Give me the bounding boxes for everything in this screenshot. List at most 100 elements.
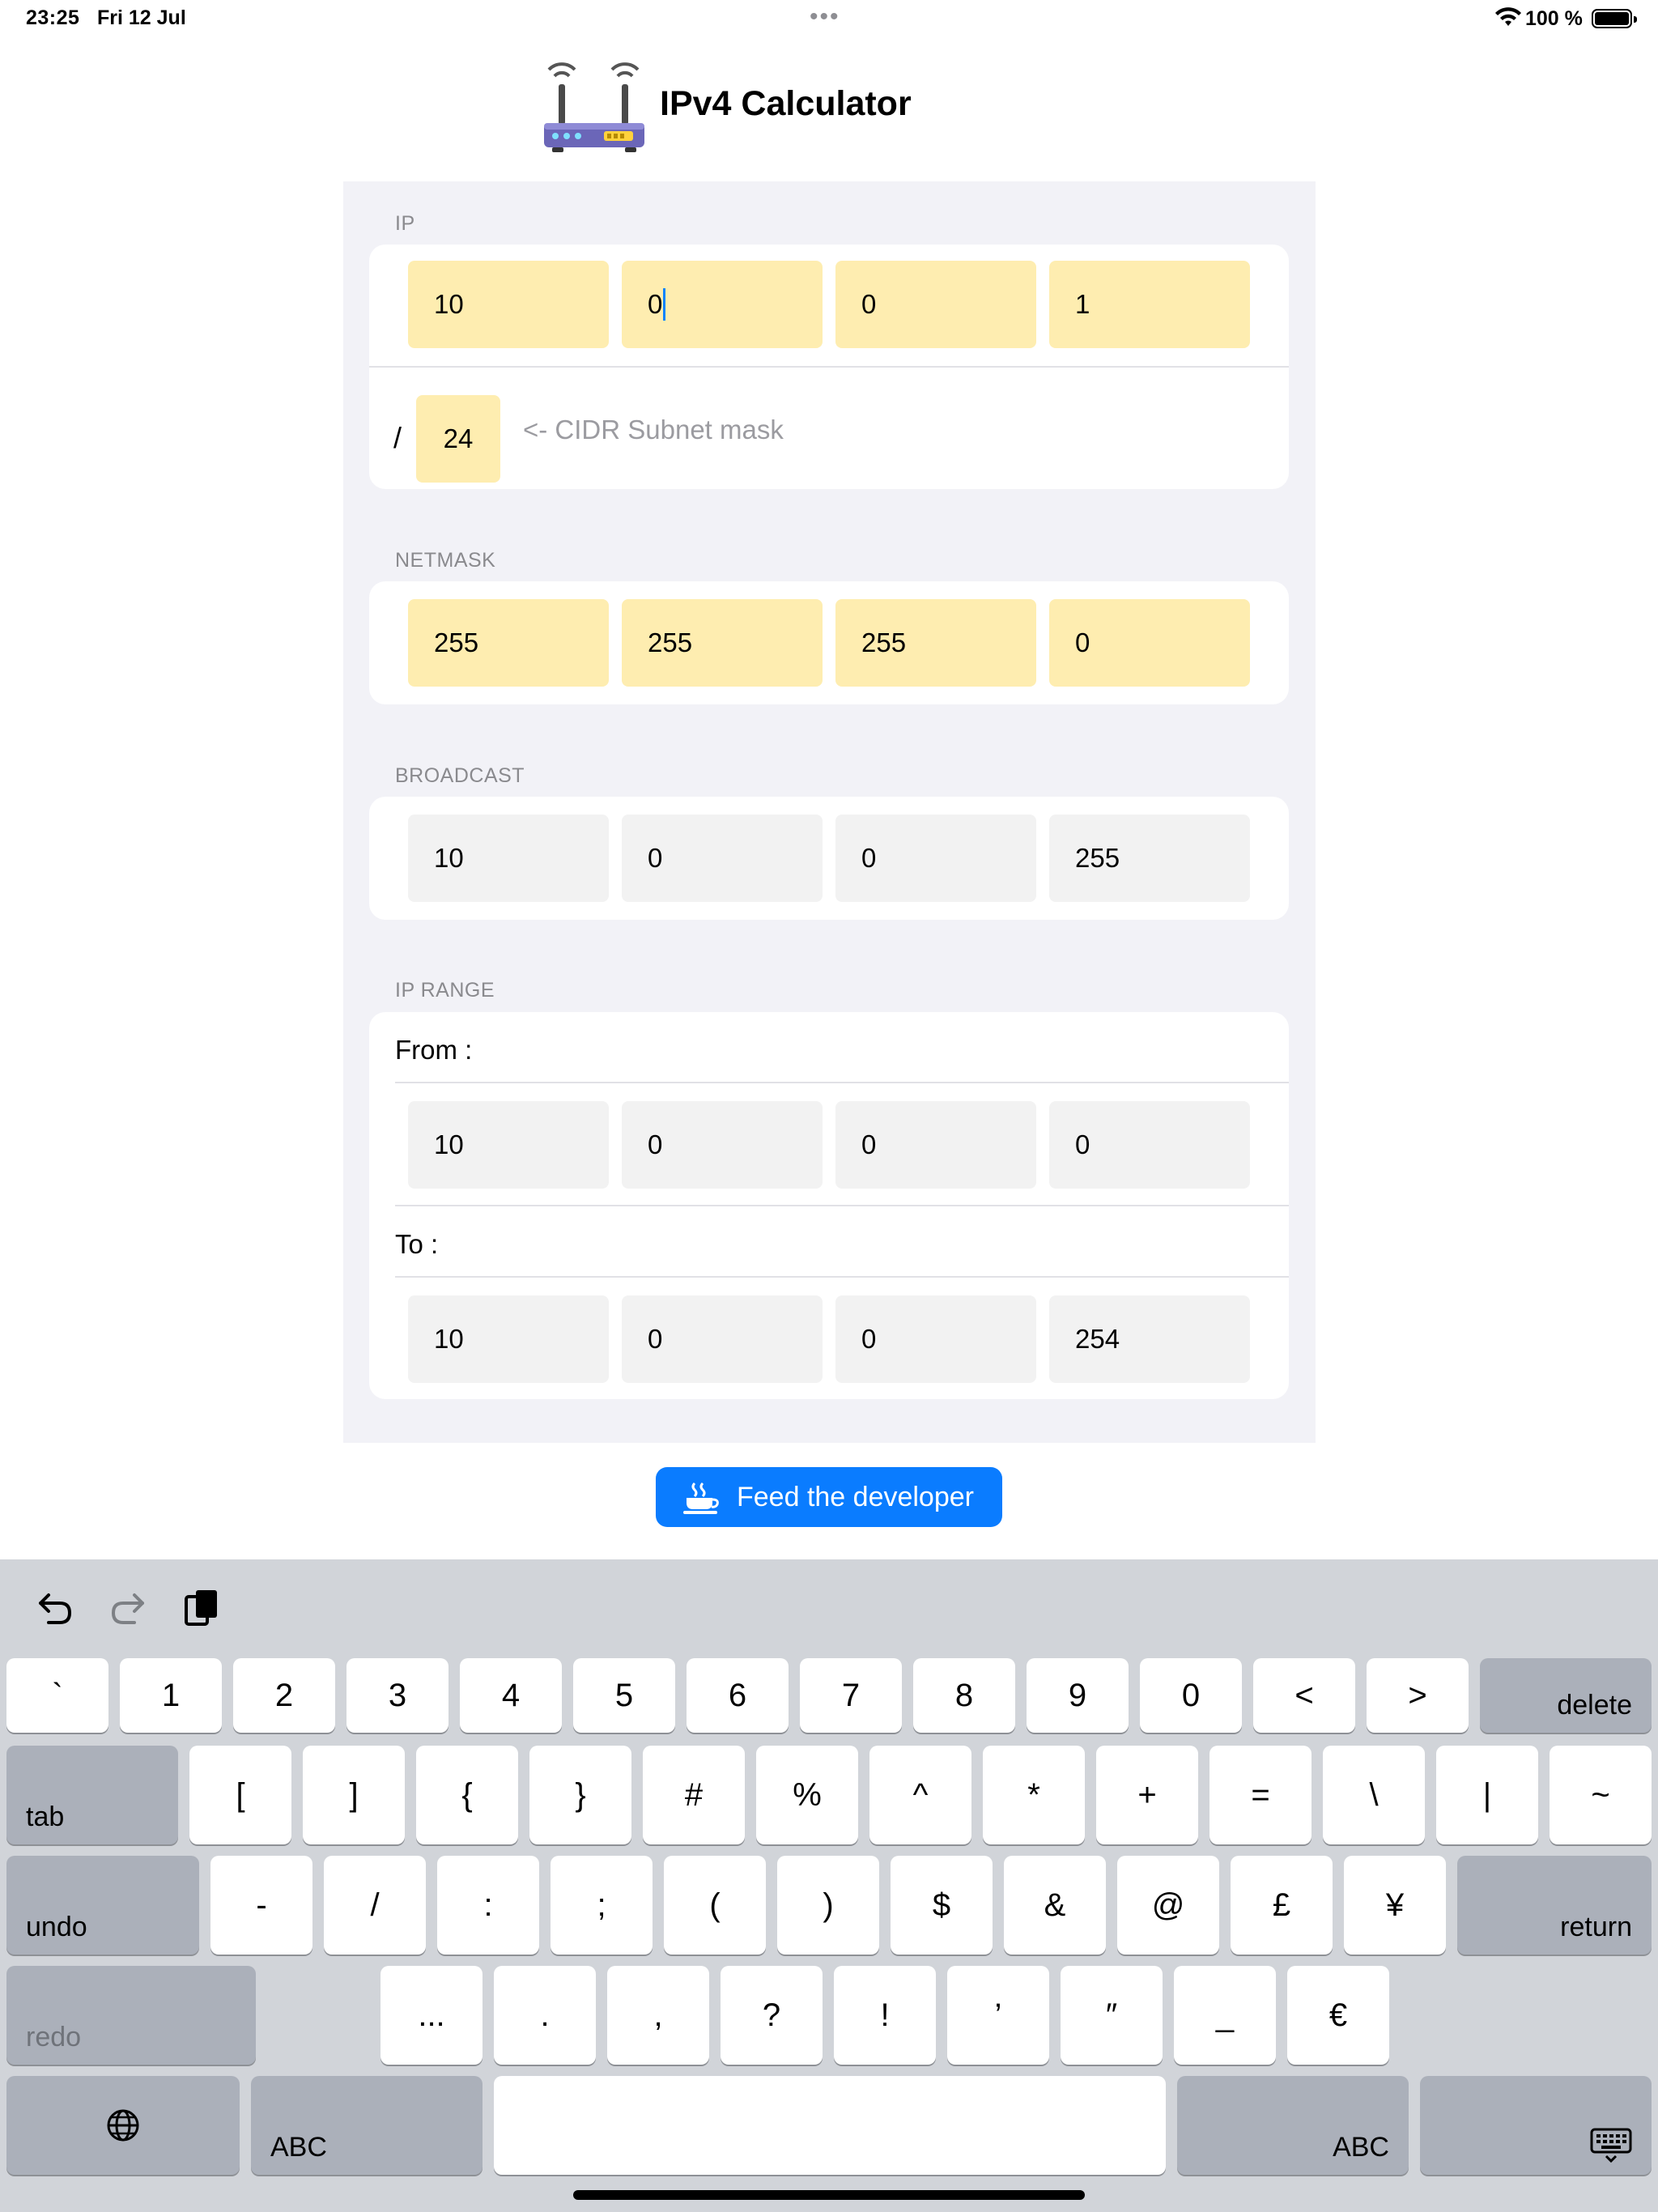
key-less-than[interactable]: < <box>1253 1658 1355 1733</box>
netmask-octet-1-input[interactable]: 255 <box>408 599 609 687</box>
paste-icon[interactable] <box>180 1585 225 1631</box>
broadcast-octet-4: 255 <box>1049 815 1250 902</box>
key-5[interactable]: 5 <box>573 1658 675 1733</box>
key-9[interactable]: 9 <box>1027 1658 1129 1733</box>
key-1[interactable]: 1 <box>120 1658 222 1733</box>
abc-key-right[interactable]: ABC <box>1177 2076 1409 2175</box>
battery-percent: 100 % <box>1525 7 1583 30</box>
key-plus[interactable]: + <box>1096 1746 1198 1844</box>
text-caret <box>663 288 666 321</box>
key-hash[interactable]: # <box>643 1746 745 1844</box>
undo-icon[interactable] <box>32 1585 78 1631</box>
cidr-input[interactable]: 24 <box>416 395 500 483</box>
key-6[interactable]: 6 <box>687 1658 789 1733</box>
range-to-octet-4: 254 <box>1049 1295 1250 1383</box>
key-ampersand[interactable]: & <box>1004 1856 1106 1955</box>
key-ellipsis[interactable]: ... <box>380 1966 483 2065</box>
key-underscore[interactable]: _ <box>1174 1966 1276 2065</box>
section-label-broadcast: BROADCAST <box>395 764 525 787</box>
key-4[interactable]: 4 <box>460 1658 562 1733</box>
redo-key[interactable]: redo <box>6 1966 256 2065</box>
return-key[interactable]: return <box>1457 1856 1652 1955</box>
key-7[interactable]: 7 <box>800 1658 902 1733</box>
key-pipe[interactable]: | <box>1436 1746 1538 1844</box>
router-icon <box>544 62 644 152</box>
key-left-bracket[interactable]: [ <box>189 1746 291 1844</box>
ip-card: 10 0 0 1 / 24 <- CIDR Subnet mask <box>369 245 1289 489</box>
calculator-form: IP 10 0 0 1 / 24 <- CIDR Subnet mask NET… <box>343 181 1316 1443</box>
key-slash[interactable]: / <box>324 1856 426 1955</box>
key-double-quote[interactable]: ″ <box>1061 1966 1163 2065</box>
cidr-slash: / <box>393 421 402 454</box>
netmask-octet-3-input[interactable]: 255 <box>835 599 1036 687</box>
status-time: 23:25 <box>26 6 80 29</box>
section-label-ip: IP <box>395 212 415 235</box>
cidr-hint: <- CIDR Subnet mask <box>523 415 784 445</box>
key-pound[interactable]: £ <box>1231 1856 1333 1955</box>
key-right-bracket[interactable]: ] <box>303 1746 405 1844</box>
ip-octet-4-input[interactable]: 1 <box>1049 261 1250 348</box>
range-from-label: From : <box>395 1035 473 1065</box>
range-from-octet-1: 10 <box>408 1101 609 1189</box>
key-colon[interactable]: : <box>437 1856 539 1955</box>
key-euro[interactable]: € <box>1287 1966 1389 2065</box>
key-dollar[interactable]: $ <box>891 1856 993 1955</box>
abc-key-left[interactable]: ABC <box>251 2076 483 2175</box>
page-title: IPv4 Calculator <box>660 84 912 123</box>
key-greater-than[interactable]: > <box>1367 1658 1469 1733</box>
key-exclamation[interactable]: ! <box>834 1966 936 2065</box>
status-date: Fri 12 Jul <box>97 6 186 29</box>
key-8[interactable]: 8 <box>913 1658 1015 1733</box>
key-yen[interactable]: ¥ <box>1344 1856 1446 1955</box>
range-from-octet-3: 0 <box>835 1101 1036 1189</box>
delete-key[interactable]: delete <box>1480 1658 1652 1733</box>
globe-key[interactable] <box>6 2076 240 2175</box>
divider <box>395 1082 1289 1083</box>
key-period[interactable]: . <box>494 1966 596 2065</box>
tab-key[interactable]: tab <box>6 1746 178 1844</box>
home-indicator[interactable] <box>573 2190 1085 2200</box>
battery-icon <box>1592 9 1637 28</box>
redo-icon[interactable] <box>105 1585 151 1631</box>
key-hyphen[interactable]: - <box>210 1856 312 1955</box>
key-right-brace[interactable]: } <box>529 1746 631 1844</box>
key-backtick[interactable]: ` <box>6 1658 108 1733</box>
key-3[interactable]: 3 <box>346 1658 449 1733</box>
key-percent[interactable]: % <box>756 1746 858 1844</box>
on-screen-keyboard: ` 1 2 3 4 5 6 7 8 9 0 < > delete tab [ ]… <box>0 1559 1658 2212</box>
key-left-paren[interactable]: ( <box>664 1856 766 1955</box>
hide-keyboard-key[interactable] <box>1420 2076 1652 2175</box>
range-to-octet-3: 0 <box>835 1295 1036 1383</box>
netmask-card: 255 255 255 0 <box>369 581 1289 704</box>
ip-octet-1-input[interactable]: 10 <box>408 261 609 348</box>
range-to-octet-2: 0 <box>622 1295 823 1383</box>
key-left-brace[interactable]: { <box>416 1746 518 1844</box>
key-apostrophe[interactable]: ’ <box>947 1966 1049 2065</box>
range-to-octet-1: 10 <box>408 1295 609 1383</box>
range-to-label: To : <box>395 1229 439 1259</box>
key-tilde[interactable]: ~ <box>1550 1746 1652 1844</box>
key-equals[interactable]: = <box>1209 1746 1312 1844</box>
ip-range-card: From : 10 0 0 0 To : 10 0 0 254 <box>369 1012 1289 1399</box>
ip-octet-3-input[interactable]: 0 <box>835 261 1036 348</box>
coffee-cup-icon <box>683 1482 719 1514</box>
key-2[interactable]: 2 <box>233 1658 335 1733</box>
ip-octet-2-input[interactable]: 0 <box>622 261 823 348</box>
multitasking-dots[interactable]: ••• <box>810 3 840 31</box>
undo-key[interactable]: undo <box>6 1856 199 1955</box>
status-bar: 23:25 Fri 12 Jul ••• 100 % <box>0 0 1658 39</box>
key-question[interactable]: ? <box>721 1966 823 2065</box>
key-semicolon[interactable]: ; <box>551 1856 653 1955</box>
netmask-octet-4-input[interactable]: 0 <box>1049 599 1250 687</box>
key-right-paren[interactable]: ) <box>777 1856 879 1955</box>
key-caret[interactable]: ^ <box>869 1746 971 1844</box>
feed-developer-button[interactable]: Feed the developer <box>656 1467 1002 1527</box>
key-at[interactable]: @ <box>1117 1856 1219 1955</box>
key-asterisk[interactable]: * <box>983 1746 1085 1844</box>
key-backslash[interactable]: \ <box>1323 1746 1425 1844</box>
key-comma[interactable]: , <box>607 1966 709 2065</box>
netmask-octet-2-input[interactable]: 255 <box>622 599 823 687</box>
range-from-octet-4: 0 <box>1049 1101 1250 1189</box>
key-0[interactable]: 0 <box>1140 1658 1242 1733</box>
space-key[interactable] <box>494 2076 1166 2175</box>
